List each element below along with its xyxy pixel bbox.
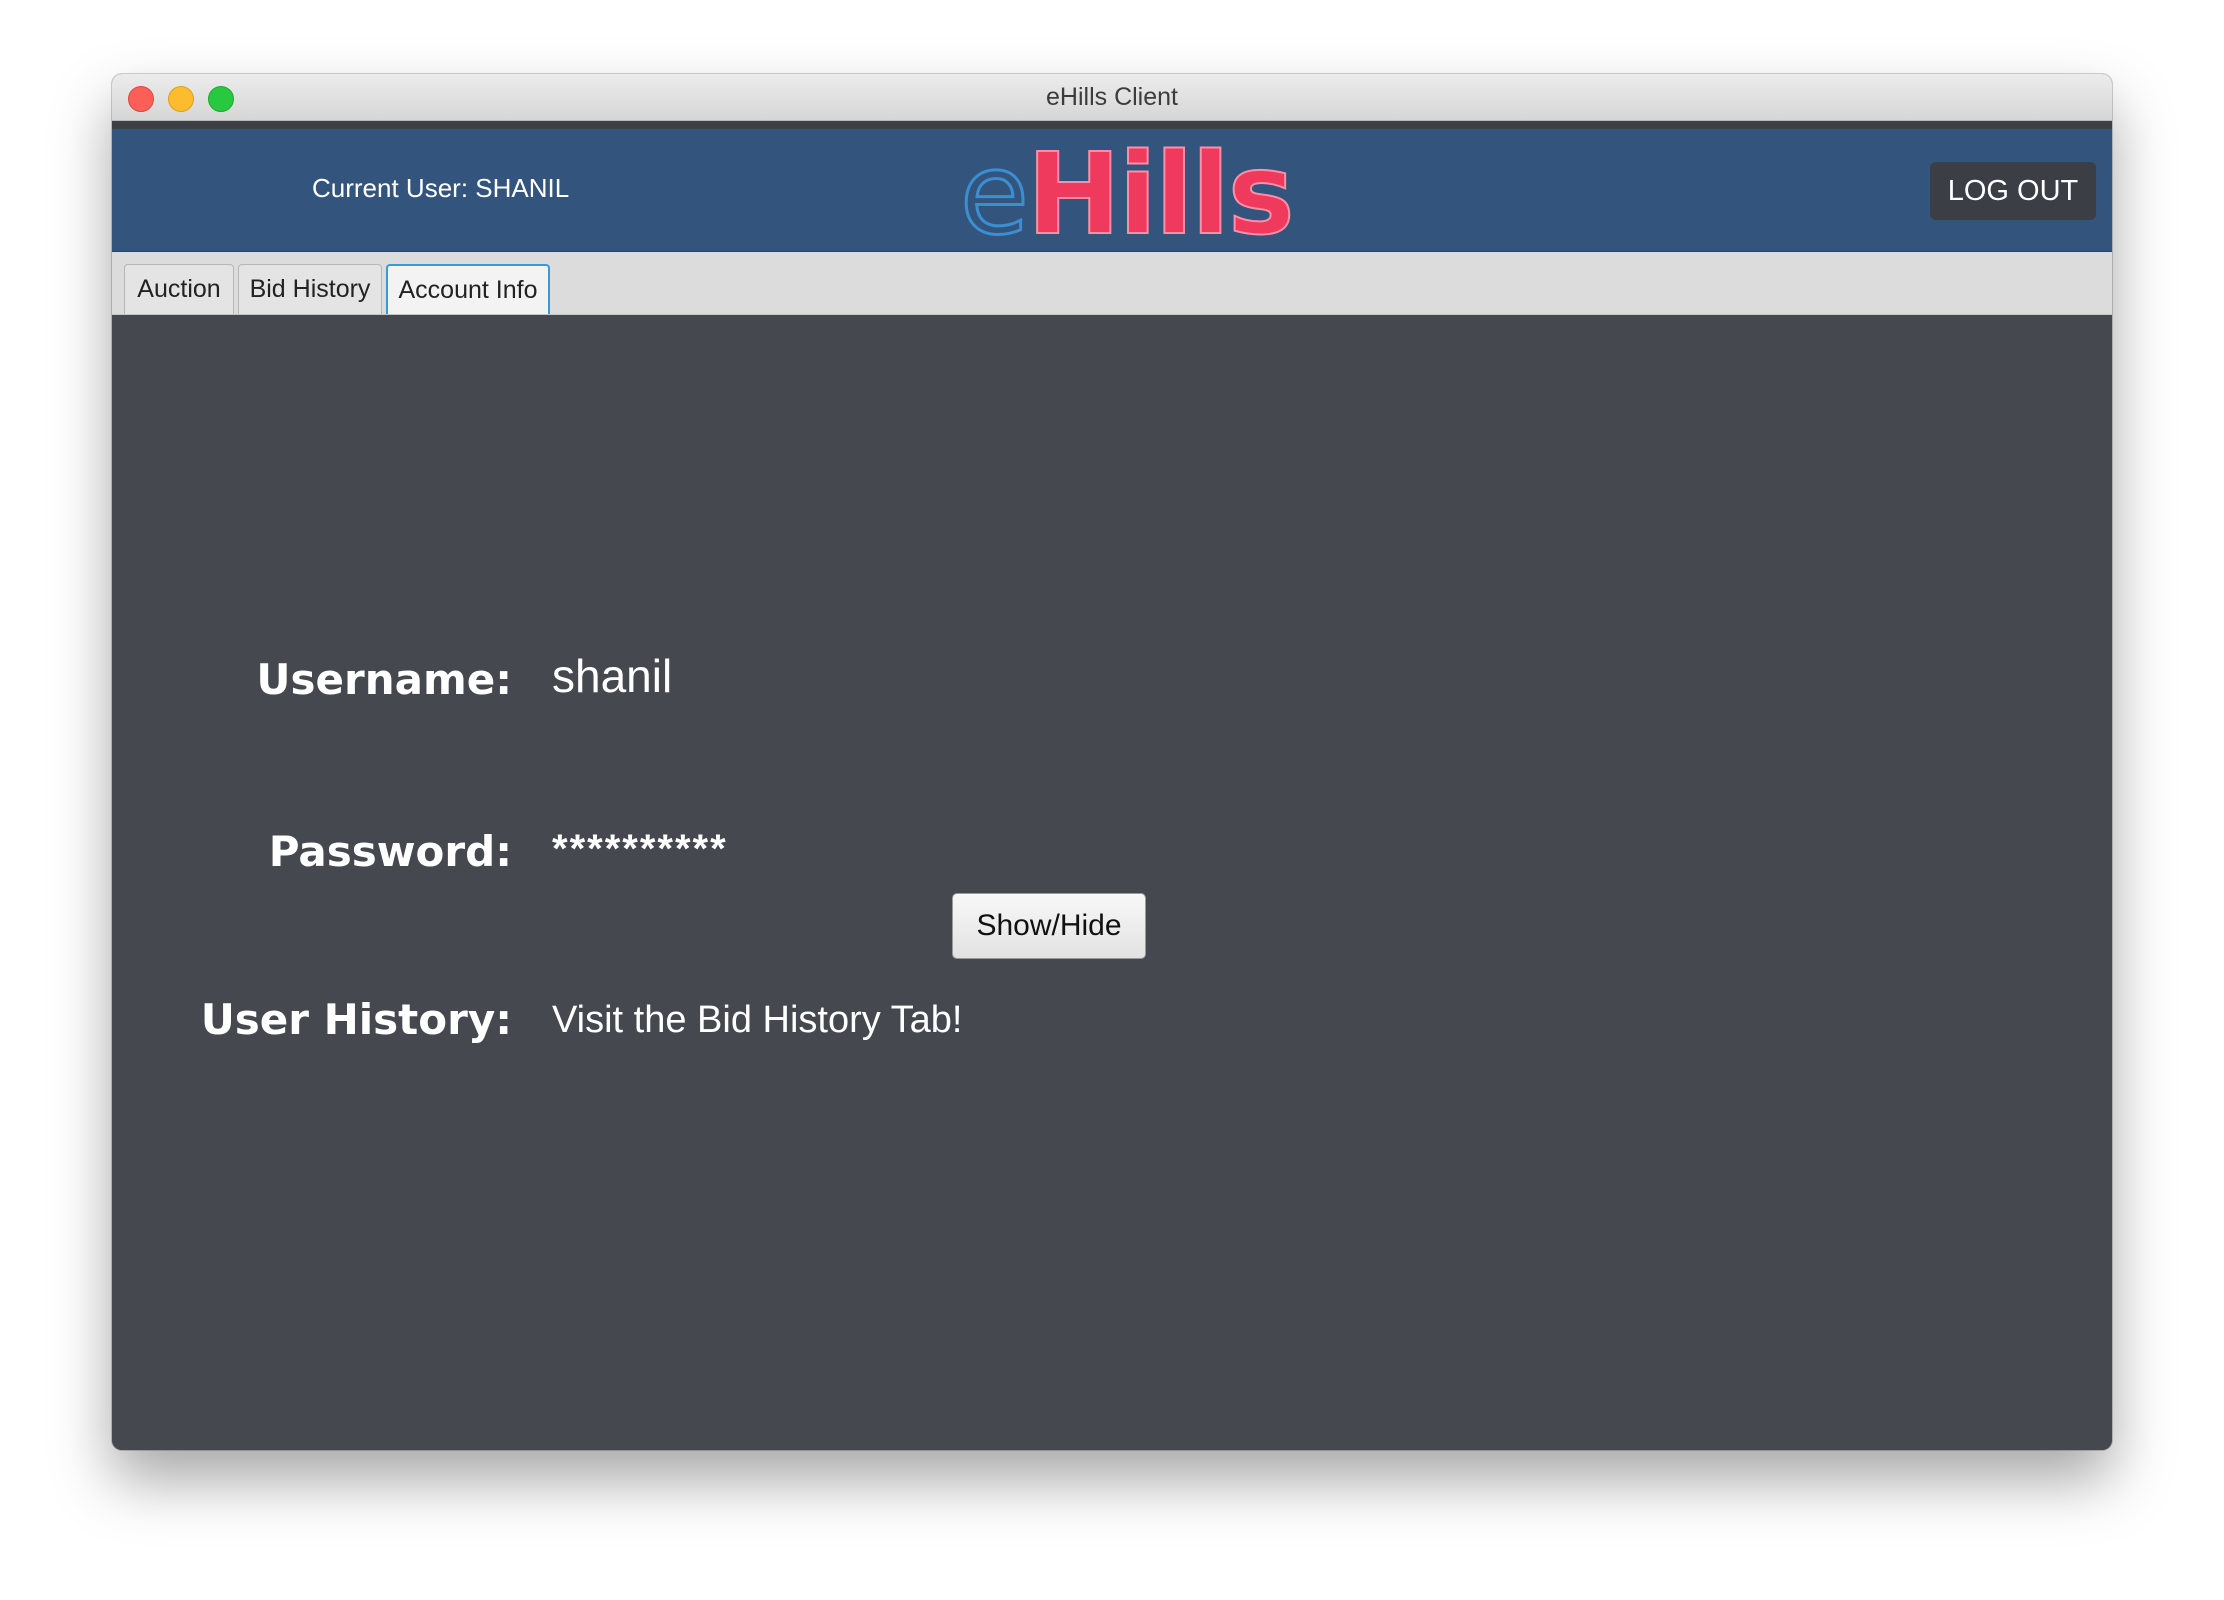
password-value: **********	[552, 827, 728, 871]
user-history-label: User History:	[200, 995, 512, 1044]
current-user-label: Current User: SHANIL	[312, 173, 570, 203]
username-label: Username:	[256, 655, 512, 704]
user-history-value: Visit the Bid History Tab!	[552, 999, 963, 1041]
account-info-panel: Username: shanil Password: ********** Sh…	[112, 315, 2112, 1450]
show-hide-password-button[interactable]: Show/Hide	[952, 893, 1146, 959]
tab-auction[interactable]: Auction	[124, 264, 234, 314]
logout-button[interactable]: LOG OUT	[1930, 162, 2096, 220]
tab-bar: Auction Bid History Account Info	[112, 252, 2112, 315]
app-window: eHills Client Current User: SHANIL eHill…	[112, 74, 2112, 1450]
window-title: eHills Client	[1046, 82, 1178, 111]
tab-account-info[interactable]: Account Info	[386, 264, 550, 314]
header-divider	[112, 121, 2112, 129]
logo-prefix: e	[959, 130, 1031, 260]
title-bar[interactable]: eHills Client	[112, 74, 2112, 121]
ehills-logo: eHills	[959, 134, 1296, 257]
app-header: Current User: SHANIL eHills LOG OUT	[112, 129, 2112, 257]
password-label: Password:	[268, 827, 512, 876]
tab-bid-history[interactable]: Bid History	[238, 264, 382, 314]
maximize-window-icon[interactable]	[208, 86, 234, 112]
logo-main: Hills	[1026, 130, 1296, 260]
close-window-icon[interactable]	[128, 86, 154, 112]
minimize-window-icon[interactable]	[168, 86, 194, 112]
username-value: shanil	[552, 650, 673, 702]
